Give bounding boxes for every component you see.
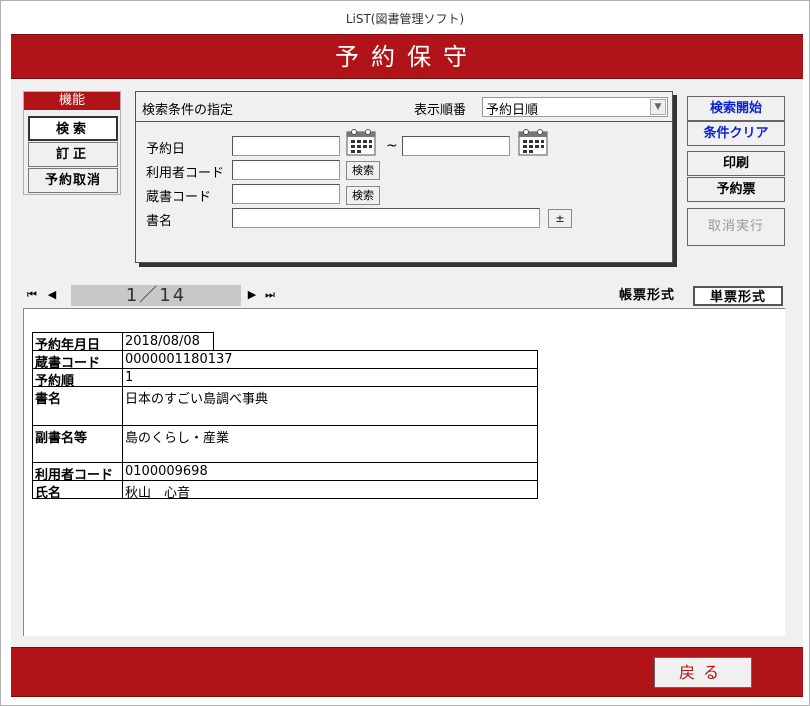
dropdown-arrow-icon[interactable]: ▼ (650, 99, 666, 115)
sort-order-select[interactable]: 予約日順 ▼ (482, 97, 668, 118)
reserve-date-from-input[interactable] (232, 136, 340, 156)
single-view-button[interactable]: 単票形式 (693, 286, 783, 306)
row-value[interactable]: 0000001180137 (125, 352, 233, 367)
row-label: 予約年月日 (33, 333, 123, 353)
row-value[interactable]: 島のくらし・産業 (125, 427, 229, 446)
calendar-icon[interactable] (346, 128, 376, 156)
table-row: 利用者コード 0100009698 (32, 462, 538, 483)
execute-cancel-button[interactable]: 取消実行 (687, 208, 785, 246)
list-view-button[interactable]: 帳票形式 (611, 286, 683, 306)
book-code-label: 蔵書コード (146, 190, 212, 205)
search-mode-button[interactable]: 検索 (28, 116, 118, 141)
next-record-icon[interactable]: ▶ (245, 284, 259, 306)
row-label: 蔵書コード (33, 351, 123, 371)
book-search-button[interactable]: 検索 (346, 186, 380, 205)
row-value[interactable]: 0100009698 (125, 464, 208, 479)
prev-record-icon[interactable]: ◀ (45, 284, 59, 306)
search-panel-header: 検索条件の指定 表示順番 予約日順 ▼ (136, 92, 672, 122)
plus-minus-button[interactable]: ± (548, 209, 572, 228)
row-value[interactable]: 2018/08/08 (125, 334, 200, 349)
table-row: 予約順 1 (32, 368, 538, 389)
record-counter: 1／14 (71, 285, 241, 306)
row-label: 利用者コード (33, 463, 123, 483)
record-detail-area: 予約年月日 2018/08/08 蔵書コード 0000001180137 予約順… (23, 308, 785, 636)
title-label: 書名 (146, 214, 173, 229)
table-row: 氏名 秋山 心音 (32, 480, 538, 501)
print-button[interactable]: 印刷 (687, 151, 785, 176)
window-title: LiST(図書管理ソフト) (1, 1, 809, 33)
back-button[interactable]: 戻る (654, 657, 752, 688)
cancel-reservation-mode-button[interactable]: 予約取消 (28, 168, 118, 193)
row-label: 書名 (33, 387, 123, 425)
reserve-date-to-input[interactable] (402, 136, 510, 156)
page-title: 予約保守 (335, 43, 479, 71)
user-code-label: 利用者コード (146, 166, 225, 181)
table-row: 蔵書コード 0000001180137 (32, 350, 538, 371)
row-label: 副書名等 (33, 426, 123, 462)
search-panel-title: 検索条件の指定 (142, 103, 234, 118)
first-record-icon[interactable]: ⏮ (25, 284, 39, 306)
edit-mode-button[interactable]: 訂正 (28, 142, 118, 167)
row-value[interactable]: 日本のすごい島調べ事典 (125, 388, 268, 407)
table-row: 書名 日本のすごい島調べ事典 (32, 386, 538, 426)
header-banner: 予約保守 (11, 34, 803, 79)
row-value[interactable]: 1 (125, 370, 133, 385)
title-input[interactable] (232, 208, 540, 228)
sort-order-label: 表示順番 (414, 103, 467, 118)
app-window: LiST(図書管理ソフト) 予約保守 機能 検索 訂正 予約取消 検索条件の指定… (0, 0, 810, 706)
reserve-date-label: 予約日 (146, 142, 186, 157)
table-row: 副書名等 島のくらし・産業 (32, 425, 538, 463)
row-label: 氏名 (33, 481, 123, 501)
record-navigation: ⏮ ◀ 1／14 ▶ ⏭ 帳票形式 単票形式 (23, 284, 785, 308)
search-start-button[interactable]: 検索開始 (687, 96, 785, 121)
clear-conditions-button[interactable]: 条件クリア (687, 121, 785, 146)
row-value[interactable]: 秋山 心音 (125, 482, 190, 501)
row-label: 予約順 (33, 369, 123, 389)
table-row: 予約年月日 2018/08/08 (32, 332, 214, 353)
last-record-icon[interactable]: ⏭ (263, 284, 277, 306)
date-range-separator: ~ (386, 138, 398, 154)
user-code-input[interactable] (232, 160, 340, 180)
search-conditions-panel: 検索条件の指定 表示順番 予約日順 ▼ 予約日 ~ 利用者コード 検索 蔵書コー… (135, 91, 673, 263)
calendar-icon[interactable] (518, 128, 548, 156)
function-panel: 機能 検索 訂正 予約取消 (23, 91, 121, 195)
user-search-button[interactable]: 検索 (346, 161, 380, 180)
sort-order-value: 予約日順 (486, 103, 539, 118)
function-panel-label: 機能 (24, 92, 120, 110)
book-code-input[interactable] (232, 184, 340, 204)
reservation-slip-button[interactable]: 予約票 (687, 177, 785, 202)
